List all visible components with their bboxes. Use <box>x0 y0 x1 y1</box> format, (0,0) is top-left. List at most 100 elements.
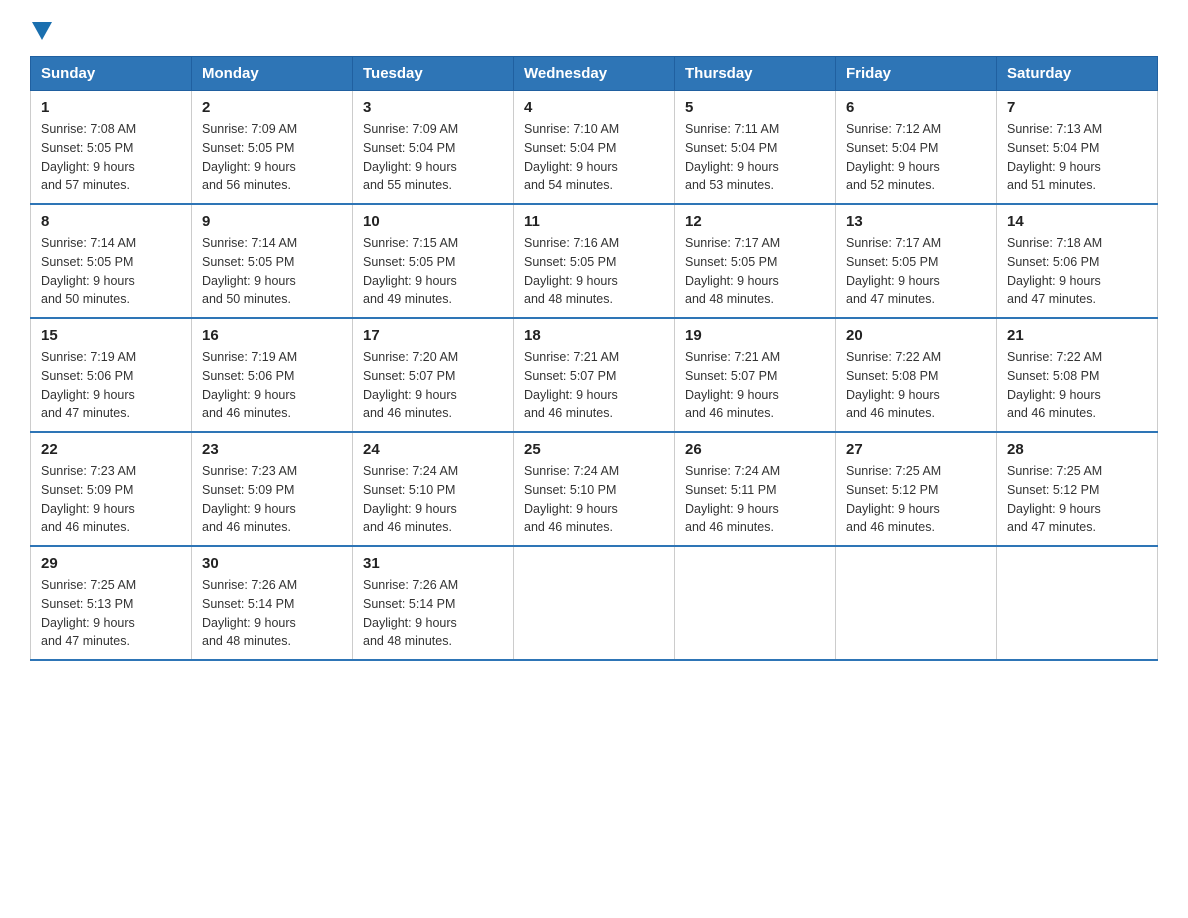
day-number: 18 <box>524 327 664 344</box>
day-number: 22 <box>41 441 181 458</box>
calendar-cell: 30 Sunrise: 7:26 AM Sunset: 5:14 PM Dayl… <box>192 546 353 660</box>
day-number: 3 <box>363 99 503 116</box>
day-info: Sunrise: 7:09 AM Sunset: 5:04 PM Dayligh… <box>363 120 503 195</box>
calendar-table: SundayMondayTuesdayWednesdayThursdayFrid… <box>30 56 1158 661</box>
day-number: 2 <box>202 99 342 116</box>
day-number: 31 <box>363 555 503 572</box>
calendar-cell: 12 Sunrise: 7:17 AM Sunset: 5:05 PM Dayl… <box>675 204 836 318</box>
day-info: Sunrise: 7:21 AM Sunset: 5:07 PM Dayligh… <box>685 348 825 423</box>
week-row-5: 29 Sunrise: 7:25 AM Sunset: 5:13 PM Dayl… <box>31 546 1158 660</box>
day-info: Sunrise: 7:18 AM Sunset: 5:06 PM Dayligh… <box>1007 234 1147 309</box>
day-info: Sunrise: 7:22 AM Sunset: 5:08 PM Dayligh… <box>846 348 986 423</box>
day-number: 12 <box>685 213 825 230</box>
day-info: Sunrise: 7:19 AM Sunset: 5:06 PM Dayligh… <box>41 348 181 423</box>
calendar-cell: 27 Sunrise: 7:25 AM Sunset: 5:12 PM Dayl… <box>836 432 997 546</box>
week-row-1: 1 Sunrise: 7:08 AM Sunset: 5:05 PM Dayli… <box>31 91 1158 205</box>
day-number: 30 <box>202 555 342 572</box>
day-info: Sunrise: 7:25 AM Sunset: 5:12 PM Dayligh… <box>1007 462 1147 537</box>
calendar-cell: 17 Sunrise: 7:20 AM Sunset: 5:07 PM Dayl… <box>353 318 514 432</box>
day-number: 5 <box>685 99 825 116</box>
calendar-cell: 8 Sunrise: 7:14 AM Sunset: 5:05 PM Dayli… <box>31 204 192 318</box>
day-info: Sunrise: 7:24 AM Sunset: 5:11 PM Dayligh… <box>685 462 825 537</box>
calendar-cell: 23 Sunrise: 7:23 AM Sunset: 5:09 PM Dayl… <box>192 432 353 546</box>
calendar-cell: 6 Sunrise: 7:12 AM Sunset: 5:04 PM Dayli… <box>836 91 997 205</box>
header-tuesday: Tuesday <box>353 57 514 91</box>
day-number: 20 <box>846 327 986 344</box>
day-info: Sunrise: 7:16 AM Sunset: 5:05 PM Dayligh… <box>524 234 664 309</box>
day-number: 21 <box>1007 327 1147 344</box>
day-info: Sunrise: 7:23 AM Sunset: 5:09 PM Dayligh… <box>41 462 181 537</box>
calendar-cell: 24 Sunrise: 7:24 AM Sunset: 5:10 PM Dayl… <box>353 432 514 546</box>
calendar-cell <box>514 546 675 660</box>
day-number: 15 <box>41 327 181 344</box>
day-number: 14 <box>1007 213 1147 230</box>
day-number: 9 <box>202 213 342 230</box>
day-info: Sunrise: 7:25 AM Sunset: 5:13 PM Dayligh… <box>41 576 181 651</box>
day-info: Sunrise: 7:11 AM Sunset: 5:04 PM Dayligh… <box>685 120 825 195</box>
header-wednesday: Wednesday <box>514 57 675 91</box>
day-info: Sunrise: 7:17 AM Sunset: 5:05 PM Dayligh… <box>685 234 825 309</box>
day-number: 27 <box>846 441 986 458</box>
calendar-cell: 13 Sunrise: 7:17 AM Sunset: 5:05 PM Dayl… <box>836 204 997 318</box>
week-row-2: 8 Sunrise: 7:14 AM Sunset: 5:05 PM Dayli… <box>31 204 1158 318</box>
day-info: Sunrise: 7:14 AM Sunset: 5:05 PM Dayligh… <box>202 234 342 309</box>
day-info: Sunrise: 7:13 AM Sunset: 5:04 PM Dayligh… <box>1007 120 1147 195</box>
day-info: Sunrise: 7:10 AM Sunset: 5:04 PM Dayligh… <box>524 120 664 195</box>
calendar-header: SundayMondayTuesdayWednesdayThursdayFrid… <box>31 57 1158 91</box>
day-info: Sunrise: 7:19 AM Sunset: 5:06 PM Dayligh… <box>202 348 342 423</box>
day-info: Sunrise: 7:12 AM Sunset: 5:04 PM Dayligh… <box>846 120 986 195</box>
day-number: 4 <box>524 99 664 116</box>
calendar-cell: 14 Sunrise: 7:18 AM Sunset: 5:06 PM Dayl… <box>997 204 1158 318</box>
day-info: Sunrise: 7:20 AM Sunset: 5:07 PM Dayligh… <box>363 348 503 423</box>
calendar-cell: 10 Sunrise: 7:15 AM Sunset: 5:05 PM Dayl… <box>353 204 514 318</box>
day-info: Sunrise: 7:24 AM Sunset: 5:10 PM Dayligh… <box>363 462 503 537</box>
week-row-3: 15 Sunrise: 7:19 AM Sunset: 5:06 PM Dayl… <box>31 318 1158 432</box>
calendar-cell: 22 Sunrise: 7:23 AM Sunset: 5:09 PM Dayl… <box>31 432 192 546</box>
calendar-cell: 28 Sunrise: 7:25 AM Sunset: 5:12 PM Dayl… <box>997 432 1158 546</box>
calendar-cell: 26 Sunrise: 7:24 AM Sunset: 5:11 PM Dayl… <box>675 432 836 546</box>
calendar-cell: 18 Sunrise: 7:21 AM Sunset: 5:07 PM Dayl… <box>514 318 675 432</box>
header-sunday: Sunday <box>31 57 192 91</box>
week-row-4: 22 Sunrise: 7:23 AM Sunset: 5:09 PM Dayl… <box>31 432 1158 546</box>
day-info: Sunrise: 7:25 AM Sunset: 5:12 PM Dayligh… <box>846 462 986 537</box>
logo <box>30 20 52 46</box>
calendar-cell: 31 Sunrise: 7:26 AM Sunset: 5:14 PM Dayl… <box>353 546 514 660</box>
day-number: 26 <box>685 441 825 458</box>
header-friday: Friday <box>836 57 997 91</box>
day-number: 7 <box>1007 99 1147 116</box>
day-info: Sunrise: 7:22 AM Sunset: 5:08 PM Dayligh… <box>1007 348 1147 423</box>
header-monday: Monday <box>192 57 353 91</box>
day-info: Sunrise: 7:17 AM Sunset: 5:05 PM Dayligh… <box>846 234 986 309</box>
day-number: 13 <box>846 213 986 230</box>
calendar-cell: 11 Sunrise: 7:16 AM Sunset: 5:05 PM Dayl… <box>514 204 675 318</box>
day-number: 6 <box>846 99 986 116</box>
days-of-week-row: SundayMondayTuesdayWednesdayThursdayFrid… <box>31 57 1158 91</box>
day-number: 29 <box>41 555 181 572</box>
calendar-cell: 1 Sunrise: 7:08 AM Sunset: 5:05 PM Dayli… <box>31 91 192 205</box>
day-number: 11 <box>524 213 664 230</box>
logo-text-area <box>30 20 52 46</box>
calendar-cell: 20 Sunrise: 7:22 AM Sunset: 5:08 PM Dayl… <box>836 318 997 432</box>
day-info: Sunrise: 7:09 AM Sunset: 5:05 PM Dayligh… <box>202 120 342 195</box>
calendar-cell: 29 Sunrise: 7:25 AM Sunset: 5:13 PM Dayl… <box>31 546 192 660</box>
calendar-cell: 16 Sunrise: 7:19 AM Sunset: 5:06 PM Dayl… <box>192 318 353 432</box>
day-info: Sunrise: 7:26 AM Sunset: 5:14 PM Dayligh… <box>202 576 342 651</box>
day-info: Sunrise: 7:24 AM Sunset: 5:10 PM Dayligh… <box>524 462 664 537</box>
header-thursday: Thursday <box>675 57 836 91</box>
header <box>30 20 1158 46</box>
calendar-cell: 19 Sunrise: 7:21 AM Sunset: 5:07 PM Dayl… <box>675 318 836 432</box>
calendar-cell: 9 Sunrise: 7:14 AM Sunset: 5:05 PM Dayli… <box>192 204 353 318</box>
calendar-body: 1 Sunrise: 7:08 AM Sunset: 5:05 PM Dayli… <box>31 91 1158 661</box>
day-info: Sunrise: 7:21 AM Sunset: 5:07 PM Dayligh… <box>524 348 664 423</box>
calendar-cell: 21 Sunrise: 7:22 AM Sunset: 5:08 PM Dayl… <box>997 318 1158 432</box>
day-info: Sunrise: 7:08 AM Sunset: 5:05 PM Dayligh… <box>41 120 181 195</box>
calendar-cell: 3 Sunrise: 7:09 AM Sunset: 5:04 PM Dayli… <box>353 91 514 205</box>
calendar-cell: 7 Sunrise: 7:13 AM Sunset: 5:04 PM Dayli… <box>997 91 1158 205</box>
day-info: Sunrise: 7:15 AM Sunset: 5:05 PM Dayligh… <box>363 234 503 309</box>
day-number: 16 <box>202 327 342 344</box>
day-number: 8 <box>41 213 181 230</box>
day-number: 1 <box>41 99 181 116</box>
day-number: 19 <box>685 327 825 344</box>
calendar-cell: 25 Sunrise: 7:24 AM Sunset: 5:10 PM Dayl… <box>514 432 675 546</box>
calendar-cell <box>836 546 997 660</box>
